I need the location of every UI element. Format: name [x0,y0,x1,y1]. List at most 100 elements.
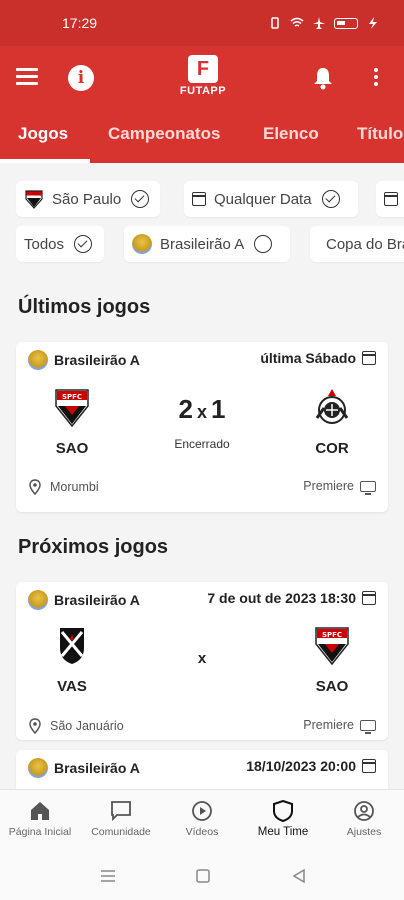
away-team-name: COR [315,440,349,457]
play-circle-icon [192,801,212,821]
status-time: 17:29 [62,15,98,31]
vibrate-icon [271,17,279,29]
vasco-crest-icon [60,628,84,664]
tab-titulos[interactable]: Títulos [357,124,404,144]
logo-text: FUTAPP [179,85,227,97]
game-date-label: última Sábado [260,350,356,366]
nav-my-team[interactable]: Meu Time [243,800,323,838]
next-game-card[interactable]: Brasileirão A 7 de out de 2023 18:30 VAS… [16,582,388,740]
calendar-icon [362,351,376,365]
check-circle-icon [131,190,150,208]
filter-date-chip[interactable]: Qualquer Data [184,181,358,217]
svg-text:SPFC: SPFC [62,393,82,401]
filter-team-chip[interactable]: São Paulo [16,181,160,217]
check-circle-icon [321,190,340,208]
competition-label: Brasileirão A [54,760,140,776]
competition-label: Brasileirão A [54,592,140,608]
game-competition: Brasileirão A [28,350,140,370]
filter-more-chip[interactable] [376,181,404,217]
game-competition: Brasileirão A [28,590,140,610]
airplane-icon [313,17,325,29]
filter-competition-label: Brasileirão A [160,235,245,253]
sao-paulo-crest-icon: SPFC [55,389,89,428]
bottom-navigation: Página Inicial Comunidade Vídeos Meu Tim… [0,789,404,853]
brasileirao-trophy-icon [132,234,152,254]
back-icon[interactable] [292,869,306,883]
last-game-card[interactable]: Brasileirão A última Sábado SPFC SAO 2x1… [16,342,388,512]
filter-team-label: São Paulo [52,190,122,208]
tab-campeonatos[interactable]: Campeonatos [108,124,220,144]
away-team[interactable]: SPFC SAO [302,626,362,695]
broadcast-label: Premiere [303,479,354,493]
charging-icon [369,17,377,29]
info-icon[interactable]: i [68,65,94,91]
empty-circle-icon [254,235,273,253]
game-venue: São Januário [28,718,124,734]
versus-label: x [197,650,207,667]
chat-bubble-icon [111,801,131,822]
more-options-icon[interactable] [374,68,380,89]
away-team[interactable]: COR [302,388,362,457]
nav-label: Vídeos [185,826,219,838]
calendar-icon [362,759,376,773]
home-score: 2 [178,394,193,424]
game-status: Encerrado [174,437,230,451]
away-team-name: SAO [315,678,349,695]
section-title-last-games: Últimos jogos [18,296,151,318]
battery-icon [334,17,358,29]
tab-active-indicator [0,159,90,163]
bell-icon[interactable] [312,66,334,90]
brasileirao-trophy-icon [28,758,48,778]
game-venue: Morumbi [28,479,99,495]
tab-elenco[interactable]: Elenco [263,124,319,144]
tab-bar: Jogos Campeonatos Elenco Títulos [0,108,404,163]
home-team[interactable]: SPFC SAO [42,388,102,457]
filter-status-chip[interactable]: Todos [16,226,104,262]
game-date-label: 7 de out de 2023 18:30 [207,590,356,606]
recent-apps-icon[interactable] [100,869,116,883]
home-team-name: SAO [55,440,89,457]
account-circle-icon [354,801,374,821]
shield-icon [273,800,293,822]
home-team-name: VAS [57,678,87,695]
nav-label: Comunidade [91,826,151,838]
game-broadcast: Premiere [303,718,376,734]
game-date-label: 18/10/2023 20:00 [246,758,356,774]
home-icon [31,802,49,820]
nav-settings[interactable]: Ajustes [324,800,404,838]
system-navigation [0,853,404,900]
nav-videos[interactable]: Vídeos [162,800,242,838]
app-bar: i FUTAPP [0,46,404,108]
nav-label: Ajustes [346,826,382,838]
check-circle-icon [74,235,93,253]
brasileirao-trophy-icon [28,350,48,370]
home-button-icon[interactable] [196,869,210,883]
nav-community[interactable]: Comunidade [81,800,161,838]
venue-label: Morumbi [50,480,99,494]
game-date: última Sábado [260,350,376,366]
app-logo: FUTAPP [165,55,241,97]
game-competition: Brasileirão A [28,758,140,778]
tab-jogos[interactable]: Jogos [18,124,68,144]
calendar-icon [192,192,206,206]
svg-text:SPFC: SPFC [322,631,342,639]
tv-icon [360,719,376,734]
nav-home[interactable]: Página Inicial [0,800,80,838]
nav-label: Meu Time [257,826,309,838]
filter-competition-chip[interactable]: Brasileirão A [124,226,290,262]
score-separator: x [196,402,207,422]
filter-cup-label: Copa do Brasil [326,235,404,253]
broadcast-label: Premiere [303,718,354,732]
game-date: 18/10/2023 20:00 [246,758,376,774]
sao-paulo-crest-icon: SPFC [315,627,349,666]
logo-mark [188,55,218,83]
away-score: 1 [211,394,226,424]
game-date: 7 de out de 2023 18:30 [207,590,376,606]
game-score: 2x1 [166,394,238,425]
filter-status-label: Todos [24,235,65,253]
wifi-icon [290,17,304,27]
filter-cup-chip[interactable]: Copa do Brasil [310,226,404,262]
home-team[interactable]: VAS [42,626,102,695]
menu-icon[interactable] [16,68,38,89]
game-broadcast: Premiere [303,479,376,495]
